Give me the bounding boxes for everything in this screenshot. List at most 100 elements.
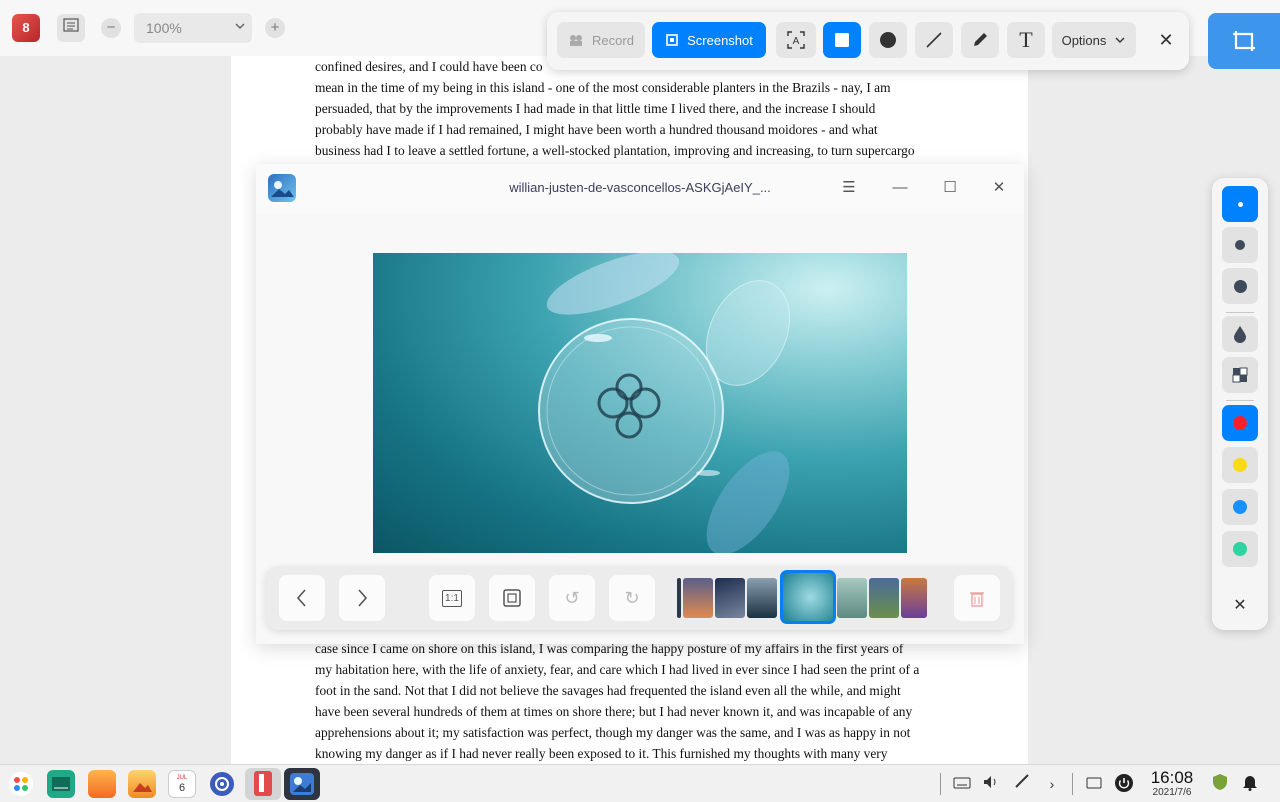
book-spine-icon	[259, 774, 264, 792]
color-yellow-button[interactable]	[1222, 447, 1258, 483]
terminal-icon[interactable]	[47, 770, 75, 798]
ellipse-tool-button[interactable]	[869, 22, 907, 58]
minimize-button[interactable]: —	[888, 176, 912, 200]
thumbnail[interactable]	[901, 578, 927, 618]
color-swatch-yellow	[1233, 458, 1247, 472]
next-button[interactable]	[339, 575, 385, 621]
app-store-icon[interactable]	[88, 770, 116, 798]
divider	[1072, 773, 1073, 795]
image-viewer-taskbar-item[interactable]	[284, 768, 320, 800]
jellyfish-photo	[373, 253, 907, 553]
record-label: Record	[592, 32, 634, 48]
text-line: have been several hundreds of them at ti…	[315, 704, 913, 719]
ocr-letter: A	[793, 36, 800, 47]
power-icon[interactable]	[1113, 773, 1135, 795]
fit-window-button[interactable]	[489, 575, 535, 621]
book-reader-taskbar-item[interactable]	[245, 768, 281, 800]
image-gallery-icon[interactable]	[128, 770, 156, 798]
chevron-right-icon[interactable]: ›	[1041, 773, 1063, 795]
thumbnail[interactable]	[837, 578, 867, 618]
launcher-icon[interactable]	[7, 770, 35, 798]
image-viewer-window: willian-justen-de-vasconcellos-ASKGjAeIY…	[256, 164, 1024, 644]
text-line: probably have made if I had remained, I …	[315, 122, 878, 137]
book-reader-icon[interactable]: 8	[12, 14, 40, 42]
thumbnail-selected[interactable]	[780, 570, 836, 624]
calendar-month: JUL	[177, 775, 188, 781]
shield-icon[interactable]	[1209, 773, 1231, 795]
dot-medium-icon	[1235, 240, 1245, 250]
list-icon	[63, 18, 79, 32]
text-line: foot in the sand. Not that I did not bel…	[315, 683, 901, 698]
close-button[interactable]: ✕	[987, 176, 1011, 200]
screenshot-toolbar: Record Screenshot A T Options ✕	[547, 12, 1189, 70]
zoom-value: 100%	[146, 20, 182, 36]
color-red-button[interactable]	[1222, 405, 1258, 441]
crop-button[interactable]	[1208, 13, 1280, 69]
calendar-icon[interactable]: JUL 6	[168, 770, 196, 798]
volume-icon[interactable]	[980, 773, 1002, 795]
zoom-in-button[interactable]: +	[265, 18, 285, 38]
zoom-out-button[interactable]: −	[101, 18, 121, 38]
thickness-small-button[interactable]	[1222, 186, 1258, 222]
calendar-day: 6	[179, 782, 185, 794]
divider	[1226, 400, 1254, 401]
rotate-right-button[interactable]: ↻	[609, 575, 655, 621]
clock-date: 2021/7/6	[1152, 787, 1192, 798]
camera-icon	[570, 35, 583, 46]
thumbnail[interactable]	[747, 578, 777, 618]
rectangle-icon	[835, 33, 849, 47]
close-toolbar-button[interactable]: ✕	[1150, 22, 1182, 58]
color-green-button[interactable]	[1222, 531, 1258, 567]
pen-tool-button[interactable]	[961, 22, 999, 58]
thickness-medium-button[interactable]	[1222, 227, 1258, 263]
divider	[1226, 312, 1254, 313]
delete-button[interactable]	[954, 575, 1000, 621]
text-line: knowing my danger as if I had never real…	[315, 746, 888, 761]
ocr-button[interactable]: A	[776, 22, 816, 58]
annotation-options-panel: ✕	[1212, 178, 1268, 630]
maximize-button[interactable]: ☐	[938, 176, 962, 200]
rectangle-tool-button[interactable]	[823, 22, 861, 58]
toc-button[interactable]	[57, 14, 85, 42]
previous-button[interactable]	[279, 575, 325, 621]
notification-bell-icon[interactable]	[1239, 773, 1261, 795]
line-icon	[926, 32, 942, 48]
menu-icon[interactable]: ☰	[837, 176, 861, 200]
options-button[interactable]: Options	[1052, 22, 1136, 58]
clock-time[interactable]: 16:08	[1146, 768, 1198, 788]
blur-button[interactable]	[1222, 316, 1258, 352]
settings-icon[interactable]	[208, 770, 236, 798]
ocr-icon: A	[787, 31, 805, 49]
thumbnail[interactable]	[869, 578, 899, 618]
rotate-left-button[interactable]: ↺	[549, 575, 595, 621]
taskbar: JUL 6 › 16:08 2021/7/6	[0, 764, 1280, 802]
text-line: my habitation here, with the life of anx…	[315, 662, 920, 677]
dot-small-icon	[1237, 201, 1243, 207]
keyboard-icon[interactable]	[951, 773, 973, 795]
thumbnail[interactable]	[683, 578, 713, 618]
text-line: mean in the time of my being in this isl…	[315, 80, 891, 95]
zoom-select[interactable]: 100%	[134, 13, 252, 43]
thumbnail[interactable]	[715, 578, 745, 618]
chevron-right-icon	[358, 589, 368, 607]
line-tool-button[interactable]	[915, 22, 953, 58]
dot-large-icon	[1233, 279, 1247, 293]
thickness-large-button[interactable]	[1222, 268, 1258, 304]
mosaic-button[interactable]	[1222, 357, 1258, 393]
close-panel-button[interactable]: ✕	[1222, 587, 1258, 623]
record-button[interactable]: Record	[557, 22, 645, 58]
screenshot-button[interactable]: Screenshot	[652, 22, 766, 58]
text-tool-button[interactable]: T	[1007, 22, 1045, 58]
fit-window-icon	[503, 589, 521, 607]
keyboard-layout-icon[interactable]	[1083, 773, 1105, 795]
color-blue-button[interactable]	[1222, 489, 1258, 525]
color-swatch-red	[1233, 416, 1247, 430]
pen-icon[interactable]	[1011, 773, 1033, 795]
actual-size-button[interactable]: 1:1	[429, 575, 475, 621]
pen-icon	[974, 33, 987, 46]
color-swatch-green	[1233, 542, 1247, 556]
page-text-bottom: case since I came on shore on this islan…	[315, 638, 965, 764]
thumbnail[interactable]	[677, 578, 681, 618]
mosaic-icon	[1232, 367, 1248, 383]
text-line: persuaded, that by the improvements I ha…	[315, 101, 876, 116]
